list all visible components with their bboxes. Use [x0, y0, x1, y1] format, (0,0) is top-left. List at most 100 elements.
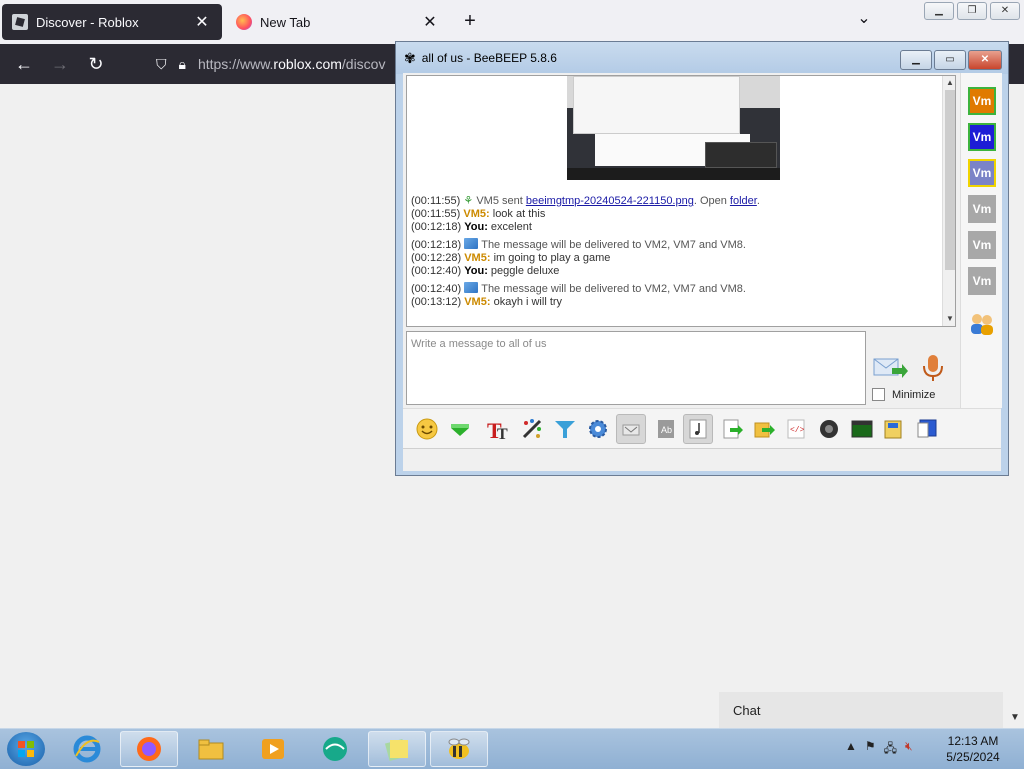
chat-message: (00:12:18) You: excelent: [411, 221, 532, 233]
user-vm-button[interactable]: Vm: [968, 195, 996, 223]
minimize-window-button[interactable]: ▁: [924, 2, 954, 20]
reload-icon[interactable]: ↻: [84, 52, 108, 76]
message-input[interactable]: Write a message to all of us: [406, 331, 866, 405]
chat-message: (00:11:55) VM5: look at this: [411, 208, 546, 220]
scroll-down-arrow-icon[interactable]: ▼: [1010, 712, 1020, 723]
start-button[interactable]: [7, 732, 45, 766]
messages-scrollbar[interactable]: ▲ ▼: [942, 76, 955, 326]
roblox-favicon-icon: [12, 14, 28, 30]
sender-name: You: [464, 265, 485, 277]
lock-icon[interactable]: 🔒︎: [179, 56, 186, 73]
taskbar-sticky-notes[interactable]: [368, 731, 426, 767]
chat-message: (00:13:12) VM5: okayh i will try: [411, 296, 563, 308]
taskbar-file-explorer[interactable]: [182, 731, 240, 767]
user-vm-button[interactable]: Vm: [968, 87, 996, 115]
green-gem-icon[interactable]: [445, 414, 475, 444]
minimize-checkbox[interactable]: Minimize: [872, 388, 935, 401]
filter-icon[interactable]: [550, 414, 580, 444]
tab-title: New Tab: [260, 14, 311, 30]
back-arrow-icon[interactable]: ←: [12, 52, 36, 76]
firefox-favicon-icon: [236, 14, 252, 30]
close-window-button[interactable]: ✕: [968, 50, 1002, 70]
action-center-flag-icon[interactable]: ⚑: [865, 739, 876, 760]
gear-settings-icon[interactable]: [583, 414, 613, 444]
browser-window-controls: ▁ ❐ ✕: [924, 2, 1024, 20]
svg-text:</>: </>: [790, 426, 805, 435]
screenshot-camera-icon[interactable]: [814, 414, 844, 444]
taskbar-media-player[interactable]: [244, 731, 302, 767]
message-input-placeholder: Write a message to all of us: [411, 338, 547, 350]
microphone-icon: [923, 355, 943, 381]
close-tab-icon[interactable]: ✕: [420, 12, 440, 32]
volume-muted-icon[interactable]: 🔇︎: [905, 739, 913, 760]
tracking-protection-shield-icon[interactable]: ⛉: [156, 56, 167, 73]
chat-message: (00:11:55) ⚘ VM5 sent beeimgtmp-20240524…: [411, 195, 760, 207]
svg-text:T: T: [497, 426, 508, 441]
file-explorer-icon: [198, 739, 224, 760]
maximize-window-button[interactable]: ▭: [934, 50, 966, 70]
html-code-icon[interactable]: </>: [781, 414, 811, 444]
chat-widget-label: Chat: [733, 703, 761, 718]
restore-window-button[interactable]: ❐: [957, 2, 987, 20]
windows-flag-icon: [18, 741, 34, 757]
scroll-down-arrow-icon[interactable]: ▼: [943, 312, 955, 326]
spell-check-icon[interactable]: Ab: [651, 414, 681, 444]
checkbox-box[interactable]: [872, 388, 885, 401]
send-message-button[interactable]: [872, 354, 908, 382]
tab-title: Discover - Roblox: [36, 14, 139, 30]
user-list: Vm Vm Vm Vm Vm Vm: [960, 73, 1002, 408]
list-all-tabs-chevron-icon[interactable]: ⌄: [852, 8, 876, 28]
sender-name: You: [464, 221, 485, 233]
browser-tab-strip: Discover - Roblox ✕ New Tab ✕ + ⌄ ▁ ❐ ✕: [0, 0, 1024, 44]
url-bar[interactable]: ⛉ 🔒︎ https://www.roblox.com/discov: [148, 48, 408, 80]
send-file-icon[interactable]: [717, 414, 747, 444]
taskbar-clock[interactable]: 12:13 AM 5/25/2024: [940, 733, 1006, 765]
close-window-button[interactable]: ✕: [990, 2, 1020, 20]
url-text: https://www.roblox.com/discov: [197, 56, 386, 72]
show-hidden-icons-chevron-icon[interactable]: ▲: [845, 739, 857, 760]
taskbar-internet-explorer[interactable]: [58, 731, 116, 767]
new-tab-button[interactable]: +: [458, 10, 482, 33]
sender-name: VM5: [464, 252, 487, 264]
taskbar-beebeep[interactable]: [430, 731, 488, 767]
beebeep-app-icon: ✾: [404, 49, 416, 66]
group-users-button[interactable]: [968, 310, 996, 338]
terminal-icon[interactable]: [847, 414, 877, 444]
envelope-icon: [464, 238, 479, 249]
taskbar-green-sphere-app[interactable]: [306, 731, 364, 767]
status-bar: [403, 448, 1001, 471]
send-envelope-icon: [873, 358, 908, 378]
svg-text:Ab: Ab: [661, 425, 672, 435]
file-link[interactable]: beeimgtmp-20240524-221150.png: [526, 195, 694, 207]
user-vm-button[interactable]: Vm: [968, 267, 996, 295]
scroll-lock-icon[interactable]: [616, 414, 646, 444]
tab-new-tab[interactable]: New Tab ✕: [226, 4, 450, 40]
windows-taskbar: ▲ ⚑ 🖧︎ 🔇︎ 12:13 AM 5/25/2024: [0, 728, 1024, 769]
save-chat-icon[interactable]: [912, 414, 942, 444]
chat-messages-area[interactable]: (00:11:55) ⚘ VM5 sent beeimgtmp-20240524…: [406, 75, 956, 327]
chat-widget[interactable]: Chat: [719, 692, 1003, 728]
folder-link[interactable]: folder: [730, 195, 757, 207]
save-notes-icon[interactable]: [879, 414, 909, 444]
music-note-icon[interactable]: [683, 414, 713, 444]
tab-discover-roblox[interactable]: Discover - Roblox ✕: [2, 4, 222, 40]
minimize-window-button[interactable]: ▁: [900, 50, 932, 70]
chat-message: (00:12:28) VM5: im going to play a game: [411, 252, 611, 264]
emoticon-smiley-icon[interactable]: [412, 414, 442, 444]
system-tray: ▲ ⚑ 🖧︎ 🔇︎: [845, 739, 913, 760]
taskbar-firefox[interactable]: [120, 731, 178, 767]
network-icon[interactable]: 🖧︎: [884, 739, 897, 760]
user-vm-button[interactable]: Vm: [968, 159, 996, 187]
internet-explorer-icon: [73, 735, 101, 763]
shared-screenshot-thumbnail[interactable]: [567, 76, 780, 180]
color-palette-icon[interactable]: [517, 414, 547, 444]
user-vm-button[interactable]: Vm: [968, 123, 996, 151]
scrollbar-thumb[interactable]: [945, 90, 955, 270]
voice-message-button[interactable]: [918, 353, 948, 383]
user-vm-button[interactable]: Vm: [968, 231, 996, 259]
close-tab-icon[interactable]: ✕: [192, 12, 212, 32]
scroll-up-arrow-icon[interactable]: ▲: [943, 76, 955, 90]
forward-arrow-icon[interactable]: →: [48, 52, 72, 76]
font-icon[interactable]: TT: [484, 414, 514, 444]
send-folder-icon[interactable]: [749, 414, 779, 444]
